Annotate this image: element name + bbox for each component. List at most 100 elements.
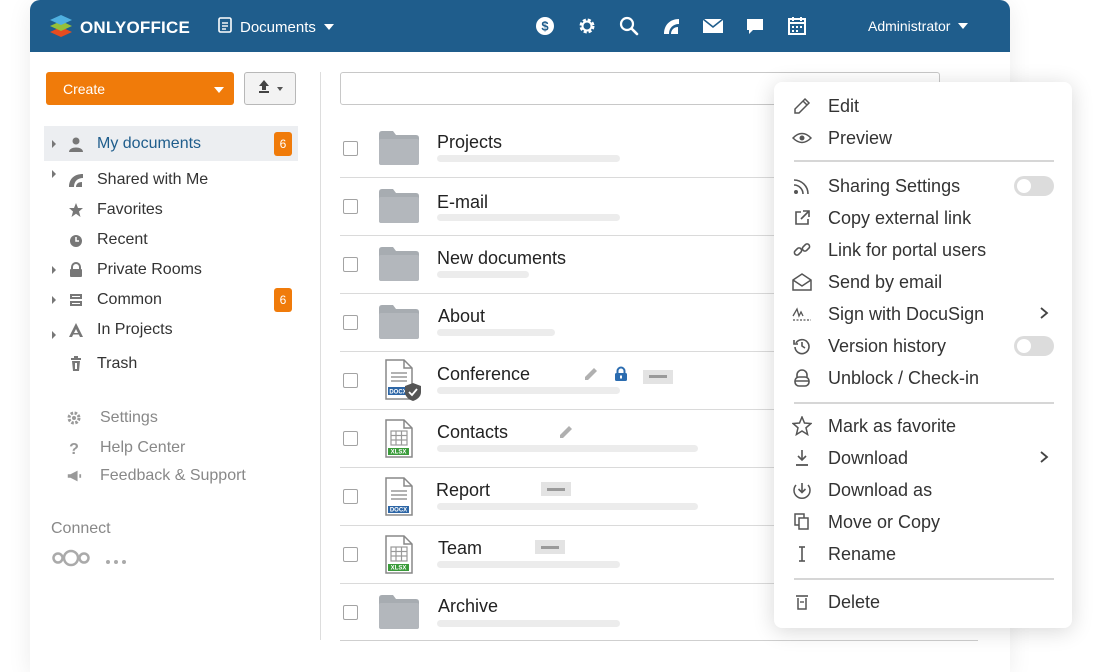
- logo[interactable]: ONLYOFFICE: [48, 13, 190, 42]
- file-name[interactable]: New documents: [437, 248, 566, 269]
- gear-icon[interactable]: [576, 15, 598, 37]
- more-icon[interactable]: [105, 552, 129, 570]
- row-checkbox[interactable]: [343, 431, 358, 446]
- sidebar-item-common[interactable]: Common 6: [44, 285, 298, 315]
- menu-item-link-for-portal-users[interactable]: Link for portal users: [774, 234, 1072, 266]
- menu-item-preview[interactable]: Preview: [774, 122, 1072, 154]
- menu-item-unblock-check-in[interactable]: Unblock / Check-in: [774, 362, 1072, 394]
- menu-item-copy-external-link[interactable]: Copy external link: [774, 202, 1072, 234]
- sidebar-item-label: My documents: [97, 134, 202, 152]
- sidebar-item-private-rooms[interactable]: Private Rooms: [44, 255, 298, 285]
- menu-item-move-or-copy[interactable]: Move or Copy: [774, 506, 1072, 538]
- chevron-down-icon: [214, 87, 224, 93]
- sidebar-link-help-center[interactable]: ? Help Center: [66, 436, 296, 460]
- copy-icon: [792, 512, 812, 532]
- pencil-icon[interactable]: [583, 366, 599, 387]
- lock-icon[interactable]: [613, 366, 629, 387]
- header-icons: $: [534, 15, 808, 37]
- file-name[interactable]: Archive: [438, 596, 498, 617]
- sidebar-link-feedback-support[interactable]: Feedback & Support: [66, 464, 296, 488]
- feed-icon[interactable]: [660, 15, 682, 37]
- row-checkbox[interactable]: [343, 141, 358, 156]
- row-checkbox[interactable]: [343, 315, 358, 330]
- menu-item-label: Delete: [828, 591, 881, 612]
- menu-item-rename[interactable]: Rename: [774, 538, 1072, 570]
- module-switcher[interactable]: Documents: [218, 17, 334, 37]
- sidebar-item-shared-with-me[interactable]: Shared with Me: [44, 165, 298, 195]
- expand-arrow-icon[interactable]: [52, 266, 56, 274]
- menu-item-edit[interactable]: Edit: [774, 90, 1072, 122]
- calendar-icon[interactable]: [786, 15, 808, 37]
- nextcloud-icon[interactable]: [51, 548, 91, 573]
- menu-item-label: Unblock / Check-in: [828, 367, 980, 388]
- gear-icon: [66, 410, 82, 426]
- menu-item-download[interactable]: Download: [774, 442, 1072, 474]
- sidebar-item-recent[interactable]: Recent: [44, 225, 298, 255]
- file-name[interactable]: Team: [438, 538, 482, 559]
- menu-item-label: Link for portal users: [828, 239, 987, 260]
- chevron-down-icon: [958, 23, 969, 29]
- upload-icon: [257, 79, 271, 98]
- folder-icon: [378, 594, 420, 635]
- menu-item-download-as[interactable]: Download as: [774, 474, 1072, 506]
- row-checkbox[interactable]: [343, 373, 358, 388]
- docx-file-icon: DOCX: [384, 477, 416, 522]
- menu-item-delete[interactable]: Delete: [774, 586, 1072, 618]
- module-label: Documents: [240, 18, 316, 36]
- logo-icon: [48, 13, 74, 42]
- expand-arrow-icon[interactable]: [52, 170, 56, 178]
- history-icon: [792, 336, 812, 356]
- download-as-icon: [792, 480, 812, 500]
- file-name[interactable]: About: [438, 306, 485, 327]
- upload-button[interactable]: [244, 72, 296, 105]
- sidebar-item-favorites[interactable]: Favorites: [44, 195, 298, 225]
- expand-arrow-icon[interactable]: [52, 331, 56, 339]
- file-name[interactable]: Contacts: [437, 422, 508, 443]
- menu-item-label: Move or Copy: [828, 511, 941, 532]
- mail-icon[interactable]: [702, 15, 724, 37]
- sidebar-item-trash[interactable]: Trash: [44, 349, 298, 379]
- sidebar-item-label: Shared with Me: [97, 171, 209, 188]
- sidebar-item-in-projects[interactable]: In Projects: [44, 315, 298, 345]
- expand-arrow-icon[interactable]: [52, 139, 56, 148]
- user-menu[interactable]: Administrator: [868, 18, 969, 34]
- row-checkbox[interactable]: [343, 489, 358, 504]
- chevron-down-icon: [323, 24, 334, 30]
- file-name[interactable]: Conference: [437, 364, 530, 385]
- menu-item-send-by-email[interactable]: Send by email: [774, 266, 1072, 298]
- common-icon: [68, 292, 84, 308]
- megaphone-icon: [66, 468, 82, 484]
- payments-icon[interactable]: $: [534, 15, 556, 37]
- row-checkbox[interactable]: [343, 547, 358, 562]
- menu-item-label: Preview: [828, 127, 893, 148]
- sidebar-item-label: Private Rooms: [97, 261, 202, 278]
- chat-icon[interactable]: [744, 15, 766, 37]
- version-history-toggle[interactable]: [1014, 336, 1054, 356]
- row-checkbox[interactable]: [343, 199, 358, 214]
- sharing-toggle[interactable]: [1014, 176, 1054, 196]
- menu-item-sharing-settings[interactable]: Sharing Settings: [774, 170, 1072, 202]
- sidebar-link-label: Feedback & Support: [100, 467, 246, 484]
- file-name[interactable]: Projects: [437, 132, 502, 153]
- search-icon[interactable]: [618, 15, 640, 37]
- chevron-down-icon: [277, 86, 283, 91]
- menu-item-mark-as-favorite[interactable]: Mark as favorite: [774, 410, 1072, 442]
- file-name[interactable]: Report: [436, 480, 490, 501]
- star-icon: [68, 202, 84, 218]
- chain-link-icon: [792, 240, 812, 260]
- sidebar-link-settings[interactable]: Settings: [66, 406, 296, 430]
- row-checkbox[interactable]: [343, 257, 358, 272]
- expand-arrow-icon[interactable]: [52, 296, 56, 304]
- sidebar-item-my-documents[interactable]: My documents 6: [44, 126, 298, 161]
- create-button[interactable]: Create: [46, 72, 234, 105]
- row-checkbox[interactable]: [343, 605, 358, 620]
- projects-icon: [68, 322, 84, 338]
- menu-item-sign-with-docusign[interactable]: Sign with DocuSign: [774, 298, 1072, 330]
- tag-placeholder: [541, 482, 571, 496]
- pencil-icon[interactable]: [558, 424, 574, 445]
- folder-icon: [378, 130, 420, 171]
- file-type-label: DOCX: [390, 508, 407, 514]
- menu-item-version-history[interactable]: Version history: [774, 330, 1072, 362]
- file-name[interactable]: E-mail: [437, 192, 488, 213]
- eye-icon: [792, 128, 812, 148]
